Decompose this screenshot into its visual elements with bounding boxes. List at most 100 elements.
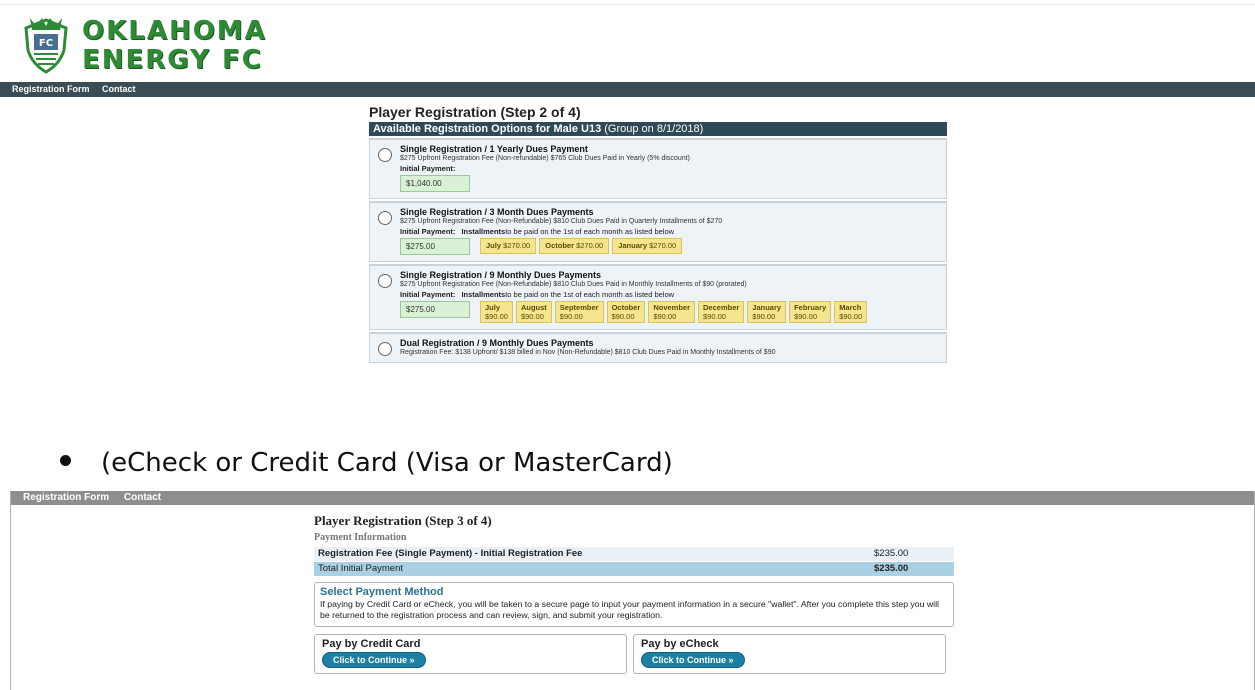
options-header-main: Available Registration Options for Male … xyxy=(373,123,602,135)
installment-amount: $270.00 xyxy=(576,241,604,250)
initial-payment-label: Initial Payment: xyxy=(400,227,456,236)
fee-row: Registration Fee (Single Payment) - Init… xyxy=(314,547,954,561)
installment-month: October xyxy=(545,241,574,250)
registration-option[interactable]: Dual Registration / 9 Monthly Dues Payme… xyxy=(369,332,947,363)
section-title: Payment Information xyxy=(314,532,407,543)
registration-option[interactable]: Single Registration / 1 Yearly Dues Paym… xyxy=(369,138,947,199)
pay-credit-card-box: Pay by Credit Card Click to Continue » xyxy=(314,634,627,674)
step2-screenshot: FC OKLAHOMA ENERGY FC Registration Form … xyxy=(0,0,1255,400)
total-amount: $235.00 xyxy=(874,563,909,574)
initial-payment-label: Initial Payment: xyxy=(400,290,456,299)
payment-options: Pay by Credit Card Click to Continue » P… xyxy=(314,634,954,674)
installment-chip: January $270.00 xyxy=(612,238,683,254)
nav-contact[interactable]: Contact xyxy=(102,84,136,94)
installment-amount: $90.00 xyxy=(752,312,776,321)
option-labels: Initial Payment: Installments to be paid… xyxy=(400,290,942,299)
svg-text:FC: FC xyxy=(39,38,53,49)
installment-month: October xyxy=(611,303,641,312)
installment-chip: March $90.00 xyxy=(834,301,868,323)
installment-month: July xyxy=(486,241,502,250)
option-description: $275 Upfront Registration Fee (Non-Refun… xyxy=(400,218,723,225)
top-navbar: Registration Form Contact xyxy=(0,82,1255,97)
installment-chip: November $90.00 xyxy=(648,301,696,323)
installment-chip: December $90.00 xyxy=(698,301,745,323)
fee-label: Registration Fee (Single Payment) - Init… xyxy=(318,548,583,559)
initial-payment-amount: $1,040.00 xyxy=(400,175,470,192)
option-description: Registration Fee: $138 Upfront/ $138 bil… xyxy=(400,349,776,356)
installment-month: January xyxy=(752,303,782,312)
installment-amount: $90.00 xyxy=(611,312,635,321)
option-radio[interactable] xyxy=(378,148,392,162)
installment-chip: February $90.00 xyxy=(789,301,832,323)
options-header-group: (Group on 8/1/2018) xyxy=(601,123,704,135)
registration-options-list: Single Registration / 1 Yearly Dues Paym… xyxy=(369,136,947,396)
installment-amount: $90.00 xyxy=(839,312,863,321)
installment-amount: $90.00 xyxy=(794,312,818,321)
installments-label: Installments xyxy=(461,227,506,236)
installment-list: July $90.00 August $90.00 September $90.00 … xyxy=(480,301,870,323)
nav-registration-form[interactable]: Registration Form xyxy=(23,492,109,503)
installments-label: Installments xyxy=(461,290,506,299)
logo-text-oklahoma: OKLAHOMA xyxy=(82,16,267,46)
pay-credit-card-title: Pay by Credit Card xyxy=(322,638,421,650)
installment-amount: $270.00 xyxy=(503,241,531,250)
options-header: Available Registration Options for Male … xyxy=(369,122,947,136)
installment-month: November xyxy=(653,303,691,312)
shield-crest-icon: FC xyxy=(24,18,68,74)
installment-chip: October $90.00 xyxy=(606,301,646,323)
option-title: Single Registration / 3 Month Dues Payme… xyxy=(400,207,594,217)
bullet-point: (eCheck or Credit Card (Visa or MasterCa… xyxy=(60,448,673,478)
installment-chip: July $90.00 xyxy=(480,301,513,323)
installment-amount: $270.00 xyxy=(649,241,677,250)
total-label: Total Initial Payment xyxy=(318,563,404,574)
installment-month: January xyxy=(618,241,647,250)
installment-month: February xyxy=(794,303,827,312)
option-radio[interactable] xyxy=(378,211,392,225)
total-row: Total Initial Payment $235.00 xyxy=(314,562,954,576)
installment-chip: October $270.00 xyxy=(539,238,610,254)
nav-contact[interactable]: Contact xyxy=(124,492,161,503)
initial-payment-label: Initial Payment: xyxy=(400,164,456,173)
installment-month: August xyxy=(520,303,547,312)
page-title: Player Registration (Step 3 of 4) xyxy=(314,513,492,528)
registration-step2-panel: Player Registration (Step 2 of 4) Availa… xyxy=(369,104,947,396)
option-title: Single Registration / 1 Yearly Dues Paym… xyxy=(400,144,588,154)
initial-payment-amount: $275.00 xyxy=(400,301,470,318)
credit-card-continue-button[interactable]: Click to Continue » xyxy=(322,652,426,668)
option-radio[interactable] xyxy=(378,342,392,356)
bullet-text: (eCheck or Credit Card (Visa or MasterCa… xyxy=(101,448,673,478)
option-radio[interactable] xyxy=(378,274,392,288)
club-logo[interactable]: FC OKLAHOMA ENERGY FC xyxy=(20,14,280,78)
step3-screenshot: Registration Form Contact Player Registr… xyxy=(10,491,1255,690)
registration-step3-panel: Player Registration (Step 3 of 4) Paymen… xyxy=(314,513,954,674)
installment-month: March xyxy=(839,303,862,312)
installment-month: July xyxy=(485,303,501,312)
option-title: Dual Registration / 9 Monthly Dues Payme… xyxy=(400,338,594,348)
installment-amount: $90.00 xyxy=(485,312,508,321)
installment-chip: August $90.00 xyxy=(515,301,552,323)
option-labels: Initial Payment: Installments to be paid… xyxy=(400,227,942,236)
payment-method-box: Select Payment Method If paying by Credi… xyxy=(314,582,954,627)
registration-option[interactable]: Single Registration / 9 Monthly Dues Pay… xyxy=(369,264,947,330)
echeck-continue-button[interactable]: Click to Continue » xyxy=(641,652,745,668)
option-labels: Initial Payment: xyxy=(400,164,942,173)
installment-chip: January $90.00 xyxy=(747,301,787,323)
installment-month: September xyxy=(559,303,599,312)
installment-amount: $90.00 xyxy=(703,312,726,321)
installment-chip: July $270.00 xyxy=(480,238,537,254)
nav-registration-form[interactable]: Registration Form xyxy=(12,84,90,94)
installment-amount: $90.00 xyxy=(559,312,583,321)
payment-method-title: Select Payment Method xyxy=(320,586,444,598)
installment-month: December xyxy=(703,303,740,312)
installment-amount: $90.00 xyxy=(520,312,544,321)
registration-option[interactable]: Single Registration / 3 Month Dues Payme… xyxy=(369,201,947,262)
installment-chip: September $90.00 xyxy=(554,301,604,323)
option-amount-row: $275.00 July $270.00 October $270.00 Jan… xyxy=(400,238,942,255)
installment-amount: $90.00 xyxy=(653,312,677,321)
option-amount-row: $1,040.00 xyxy=(400,175,942,192)
option-title: Single Registration / 9 Monthly Dues Pay… xyxy=(400,270,602,280)
pay-echeck-box: Pay by eCheck Click to Continue » xyxy=(633,634,946,674)
option-description: $275 Upfront Registration Fee (Non-refun… xyxy=(400,155,690,162)
top-navbar: Registration Form Contact xyxy=(11,491,1254,505)
top-divider xyxy=(0,4,1255,5)
